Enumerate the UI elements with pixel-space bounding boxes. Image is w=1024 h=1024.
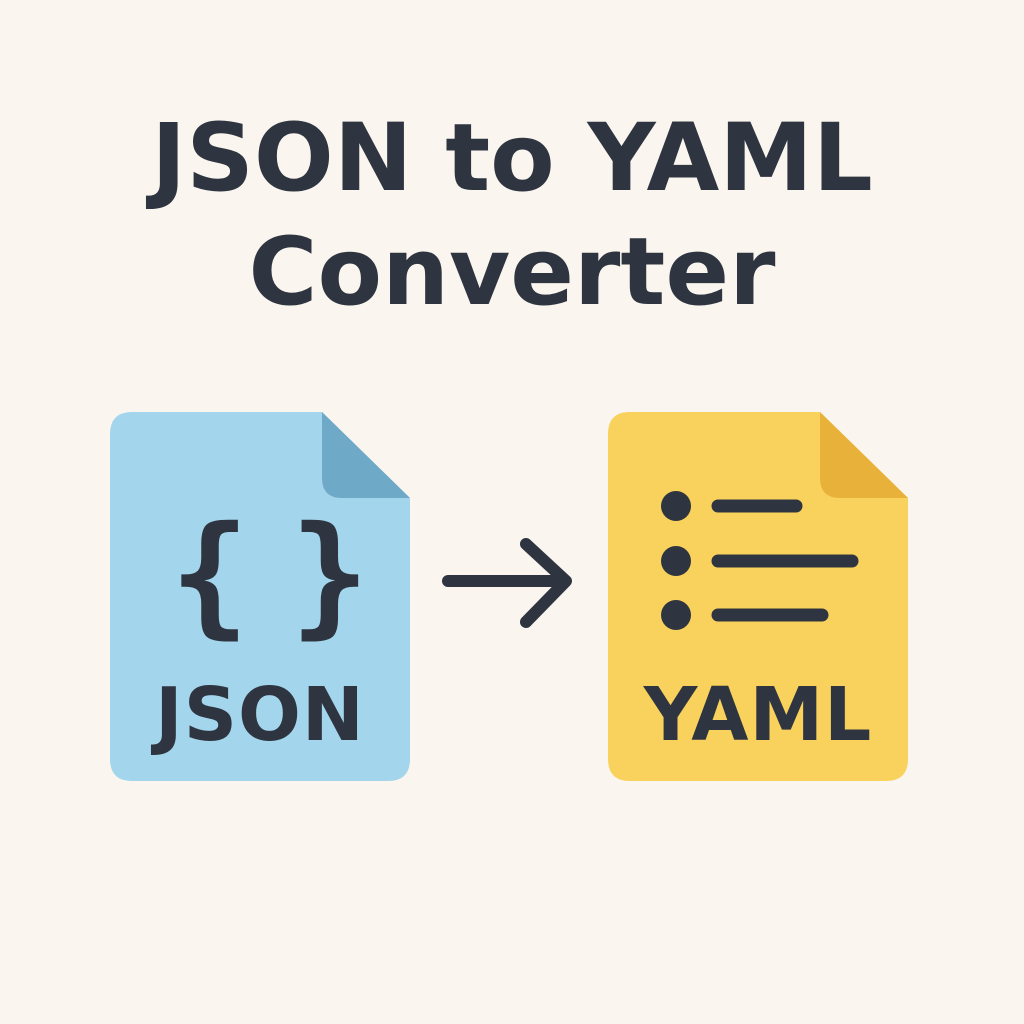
title-line-1: JSON to YAML (151, 104, 873, 213)
open-brace-icon: { (170, 498, 250, 652)
arrow-right-icon (442, 538, 572, 628)
page-title: JSON to YAML Converter (0, 102, 1024, 330)
title-line-2: Converter (248, 218, 776, 327)
json-label: JSON (155, 672, 365, 758)
json-file-icon: { } JSON (110, 412, 410, 781)
yaml-file-icon: YAML (608, 412, 908, 781)
yaml-label: YAML (643, 672, 873, 758)
close-brace-icon: } (290, 498, 370, 652)
